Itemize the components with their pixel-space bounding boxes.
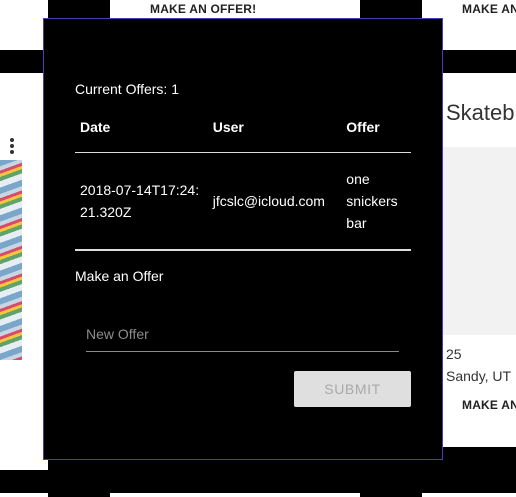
product-card-bottom-left <box>0 493 48 497</box>
product-card-bottom-center <box>110 493 360 497</box>
table-header-row: Date User Offer <box>75 111 411 153</box>
product-image <box>0 160 22 360</box>
new-offer-input[interactable] <box>86 317 399 352</box>
product-location: Sandy, UT <box>446 368 512 384</box>
make-offer-button[interactable]: MAKE AN <box>462 398 516 412</box>
current-offers-count: Current Offers: 1 <box>75 81 180 97</box>
more-vert-icon[interactable] <box>9 138 15 156</box>
column-header-date: Date <box>75 111 208 153</box>
offer-date: 2018-07-14T17:24:21.320Z <box>75 152 208 251</box>
product-card-top-left <box>0 0 48 50</box>
offers-modal: Current Offers: 1 Date User Offer 2018-0… <box>43 18 443 460</box>
column-header-offer: Offer <box>341 111 411 153</box>
table-row: 2018-07-14T17:24:21.320Z jfcslc@icloud.c… <box>75 152 411 251</box>
column-header-user: User <box>207 111 342 153</box>
product-card-top-center: MAKE AN OFFER! <box>110 0 360 18</box>
product-image <box>442 147 516 335</box>
product-card-bottom-right <box>422 493 516 497</box>
offer-value: one snickers bar <box>341 152 411 251</box>
make-offer-button[interactable]: MAKE AN <box>462 2 516 16</box>
product-title: Skateb <box>446 100 515 125</box>
offer-user: jfcslc@icloud.com <box>207 152 342 251</box>
submit-button[interactable]: SUBMIT <box>294 371 411 407</box>
product-card-left <box>0 73 48 470</box>
offers-table: Date User Offer 2018-07-14T17:24:21.320Z… <box>75 111 411 251</box>
make-offer-button[interactable]: MAKE AN OFFER! <box>150 2 256 16</box>
make-offer-heading: Make an Offer <box>75 268 164 284</box>
product-price: 25 <box>446 346 462 362</box>
